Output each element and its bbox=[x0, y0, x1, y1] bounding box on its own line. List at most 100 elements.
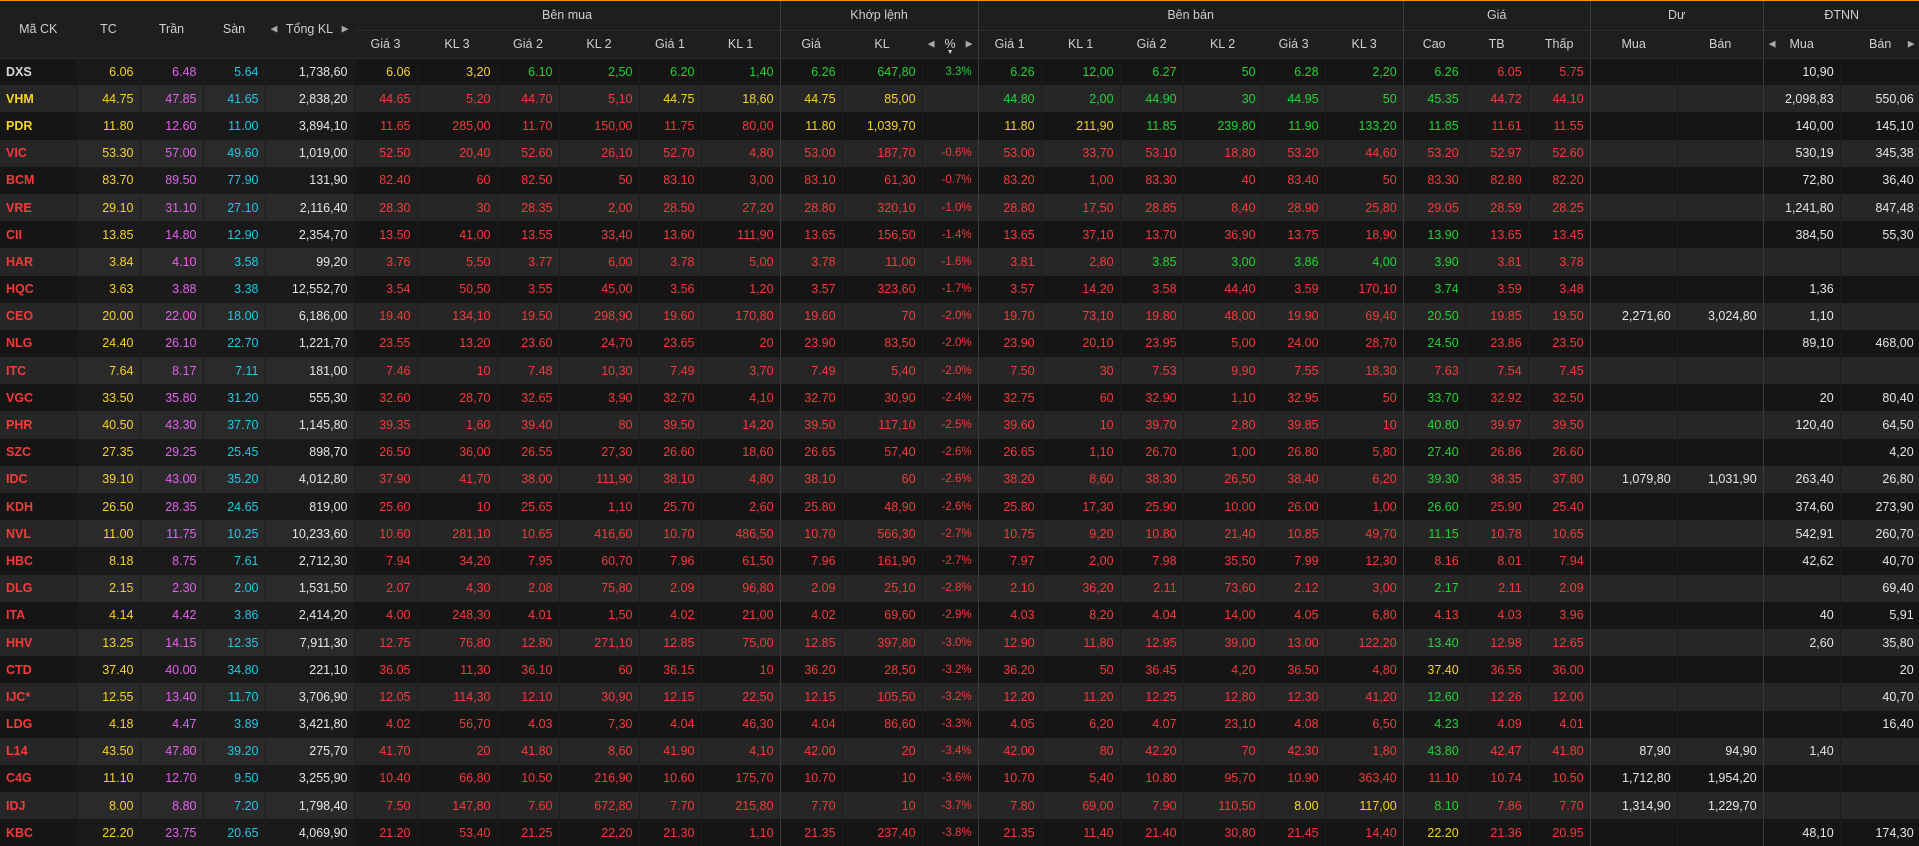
col-header-ask-vol-2[interactable]: KL 2 bbox=[1183, 30, 1263, 59]
col-header-average[interactable]: TB bbox=[1465, 30, 1529, 59]
table-row[interactable]: C4G 11.10 12.70 9.50 3,255,90 10.40 66,80 10.50… bbox=[0, 764, 1919, 793]
reference-price-cell: 11.00 bbox=[77, 520, 141, 548]
symbol-cell: CTD bbox=[0, 656, 78, 684]
match-price-cell: 19.60 bbox=[780, 302, 843, 330]
table-row[interactable]: ITA 4.14 4.42 3.86 2,414,20 4.00 248,30 4.01 1,5… bbox=[0, 601, 1919, 629]
bid-volume-cell: 27,20 bbox=[701, 193, 781, 222]
col-header-low[interactable]: Thấp bbox=[1528, 30, 1591, 59]
bid-price-cell: 12.10 bbox=[497, 683, 560, 711]
match-price-cell: 2.09 bbox=[780, 574, 843, 602]
col-header-total-volume[interactable]: ◀ Tổng KL ▶ bbox=[265, 1, 355, 59]
ceiling-price-cell: 14.15 bbox=[140, 628, 204, 657]
table-row[interactable]: HQC 3.63 3.88 3.38 12,552,70 3.54 50,50 3.55 45,… bbox=[0, 275, 1919, 303]
bid-price-cell: 23.65 bbox=[639, 329, 702, 358]
remaining-buy-cell: 1,079,80 bbox=[1590, 465, 1678, 493]
table-row[interactable]: DLG 2.15 2.30 2.00 1,531,50 2.07 4,30 2.08 75,80… bbox=[0, 574, 1919, 602]
col-header-bid-price-2[interactable]: Giá 2 bbox=[497, 30, 560, 59]
table-row[interactable]: CEO 20.00 22.00 18.00 6,186,00 19.40 134,10 19.… bbox=[0, 302, 1919, 330]
col-header-match-price[interactable]: Giá bbox=[780, 30, 843, 59]
col-header-ask-vol-3[interactable]: KL 3 bbox=[1325, 30, 1404, 59]
bid-volume-cell: 22,20 bbox=[559, 819, 640, 846]
col-header-ask-price-1[interactable]: Giá 1 bbox=[978, 30, 1042, 59]
table-row[interactable]: IDC 39.10 43.00 35.20 4,012,80 37.90 41,70 38.0… bbox=[0, 465, 1919, 493]
low-price-cell: 44.10 bbox=[1528, 85, 1591, 113]
table-row[interactable]: VIC 53.30 57.00 49.60 1,019,00 52.50 20,40 52.6… bbox=[0, 139, 1919, 167]
table-row[interactable]: KDH 26.50 28.35 24.65 819,00 25.60 10 25.65 1,10… bbox=[0, 493, 1919, 521]
foreign-buy-cell: 10,90 bbox=[1763, 58, 1841, 86]
table-row[interactable]: ITC 7.64 8.17 7.11 181,00 7.46 10 7.48 10,30 7.49… bbox=[0, 357, 1919, 385]
table-row[interactable]: CII 13.85 14.80 12.90 2,354,70 13.50 41,00 13.5… bbox=[0, 221, 1919, 249]
col-header-ask-price-2[interactable]: Giá 2 bbox=[1120, 30, 1184, 59]
bid-volume-cell: 2,00 bbox=[559, 193, 640, 222]
bid-price-cell: 19.40 bbox=[354, 302, 418, 330]
col-header-bid-vol-3[interactable]: KL 3 bbox=[417, 30, 498, 59]
match-volume-cell: 57,40 bbox=[842, 438, 923, 466]
bid-volume-cell: 10,30 bbox=[559, 357, 640, 385]
table-row[interactable]: PDR 11.80 12.60 11.00 3,894,10 11.65 285,00 11.… bbox=[0, 112, 1919, 140]
table-row[interactable]: BCM 83.70 89.50 77.90 131,90 82.40 60 82.50 50 83… bbox=[0, 166, 1919, 194]
chevron-left-icon[interactable]: ◀ bbox=[928, 39, 935, 50]
col-header-foreign-buy[interactable]: ◀ Mua bbox=[1763, 30, 1841, 59]
col-header-bid-price-1[interactable]: Giá 1 bbox=[639, 30, 702, 59]
col-header-floor[interactable]: Sàn bbox=[203, 1, 266, 59]
total-volume-cell: 3,421,80 bbox=[265, 710, 355, 738]
col-header-bid-price-3[interactable]: Giá 3 bbox=[354, 30, 418, 59]
bid-price-cell: 52.70 bbox=[639, 139, 702, 167]
symbol-cell: CII bbox=[0, 221, 78, 249]
table-row[interactable]: NLG 24.40 26.10 22.70 1,221,70 23.55 13,20 23.6… bbox=[0, 329, 1919, 358]
remaining-sell-cell: 94,90 bbox=[1677, 737, 1764, 765]
ask-price-cell: 10.75 bbox=[978, 520, 1042, 548]
table-row[interactable]: IDJ 8.00 8.80 7.20 1,798,40 7.50 147,80 7.60 672… bbox=[0, 792, 1919, 820]
table-row[interactable]: KBC 22.20 23.75 20.65 4,069,90 21.20 53,40 21.2… bbox=[0, 819, 1919, 846]
col-header-match-vol[interactable]: KL bbox=[842, 30, 923, 59]
ask-volume-cell: 4,20 bbox=[1183, 656, 1263, 684]
table-row[interactable]: LDG 4.18 4.47 3.89 3,421,80 4.02 56,70 4.03 7,30… bbox=[0, 710, 1919, 738]
high-price-cell: 8.10 bbox=[1403, 792, 1466, 820]
total-volume-cell: 7,911,30 bbox=[265, 628, 355, 657]
chevron-left-icon[interactable]: ◀ bbox=[1769, 39, 1776, 50]
col-header-high[interactable]: Cao bbox=[1403, 30, 1466, 59]
chevron-right-icon[interactable]: ▶ bbox=[1908, 39, 1915, 50]
col-header-ask-price-3[interactable]: Giá 3 bbox=[1262, 30, 1326, 59]
symbol-cell: NVL bbox=[0, 520, 78, 548]
average-price-cell: 52.97 bbox=[1465, 139, 1529, 167]
table-row[interactable]: CTD 37.40 40.00 34.80 221,10 36.05 11,30 36.10 6… bbox=[0, 656, 1919, 684]
col-header-bid-vol-2[interactable]: KL 2 bbox=[559, 30, 640, 59]
col-header-remaining-buy[interactable]: Mua bbox=[1590, 30, 1678, 59]
symbol-cell: IDC bbox=[0, 465, 78, 493]
table-row[interactable]: NVL 11.00 11.75 10.25 10,233,60 10.60 281,10 10… bbox=[0, 520, 1919, 548]
table-row[interactable]: HBC 8.18 8.75 7.61 2,712,30 7.94 34,20 7.95 60,7… bbox=[0, 547, 1919, 575]
table-row[interactable]: PHR 40.50 43.30 37.70 1,145,80 39.35 1,60 39.40… bbox=[0, 411, 1919, 439]
table-row[interactable]: VRE 29.10 31.10 27.10 2,116,40 28.30 30 28.35 2,… bbox=[0, 193, 1919, 222]
col-header-ceiling[interactable]: Trần bbox=[140, 1, 204, 59]
foreign-sell-cell: 4,20 bbox=[1840, 438, 1919, 466]
table-row[interactable]: HHV 13.25 14.15 12.35 7,911,30 12.75 76,80 12.8… bbox=[0, 628, 1919, 657]
chevron-right-icon[interactable]: ▶ bbox=[342, 24, 349, 35]
bid-price-cell: 12.85 bbox=[639, 628, 702, 657]
bid-volume-cell: 150,00 bbox=[559, 112, 640, 140]
table-row[interactable]: HAR 3.84 4.10 3.58 99,20 3.76 5,50 3.77 6,00 3.78… bbox=[0, 248, 1919, 276]
col-header-ask-vol-1[interactable]: KL 1 bbox=[1041, 30, 1121, 59]
bid-price-cell: 13.60 bbox=[639, 221, 702, 249]
table-row[interactable]: L14 43.50 47.80 39.20 275,70 41.70 20 41.80 8,60… bbox=[0, 737, 1919, 765]
col-header-remaining-sell[interactable]: Bán bbox=[1677, 30, 1764, 59]
col-header-symbol[interactable]: Mã CK bbox=[0, 1, 78, 59]
col-header-change-pct[interactable]: ◀ % ▼ ▶ bbox=[922, 30, 979, 59]
bid-volume-cell: 170,80 bbox=[701, 302, 781, 330]
table-row[interactable]: DXS 6.06 6.48 5.64 1,738,60 6.06 3,20 6.10 2,50 6… bbox=[0, 58, 1919, 86]
table-row[interactable]: VHM 44.75 47.85 41.65 2,838,20 44.65 5,20 44.70… bbox=[0, 85, 1919, 113]
average-price-cell: 36.56 bbox=[1465, 656, 1529, 684]
reference-price-cell: 3.63 bbox=[77, 275, 141, 303]
bid-volume-cell: 5,00 bbox=[701, 248, 781, 276]
bid-price-cell: 7.60 bbox=[497, 792, 560, 820]
chevron-left-icon[interactable]: ◀ bbox=[271, 24, 278, 35]
col-header-foreign-sell[interactable]: Bán ▶ bbox=[1840, 30, 1919, 59]
symbol-cell: NLG bbox=[0, 329, 78, 358]
table-row[interactable]: VGC 33.50 35.80 31.20 555,30 32.60 28,70 32.65 3… bbox=[0, 384, 1919, 412]
col-header-bid-vol-1[interactable]: KL 1 bbox=[701, 30, 781, 59]
chevron-right-icon[interactable]: ▶ bbox=[966, 39, 973, 50]
table-row[interactable]: SZC 27.35 29.25 25.45 898,70 26.50 36,00 26.55 2… bbox=[0, 438, 1919, 466]
sort-desc-icon[interactable]: ▼ bbox=[947, 49, 954, 56]
table-row[interactable]: IJC* 12.55 13.40 11.70 3,706,90 12.05 114,30 12… bbox=[0, 683, 1919, 711]
col-header-reference[interactable]: TC bbox=[77, 1, 141, 59]
